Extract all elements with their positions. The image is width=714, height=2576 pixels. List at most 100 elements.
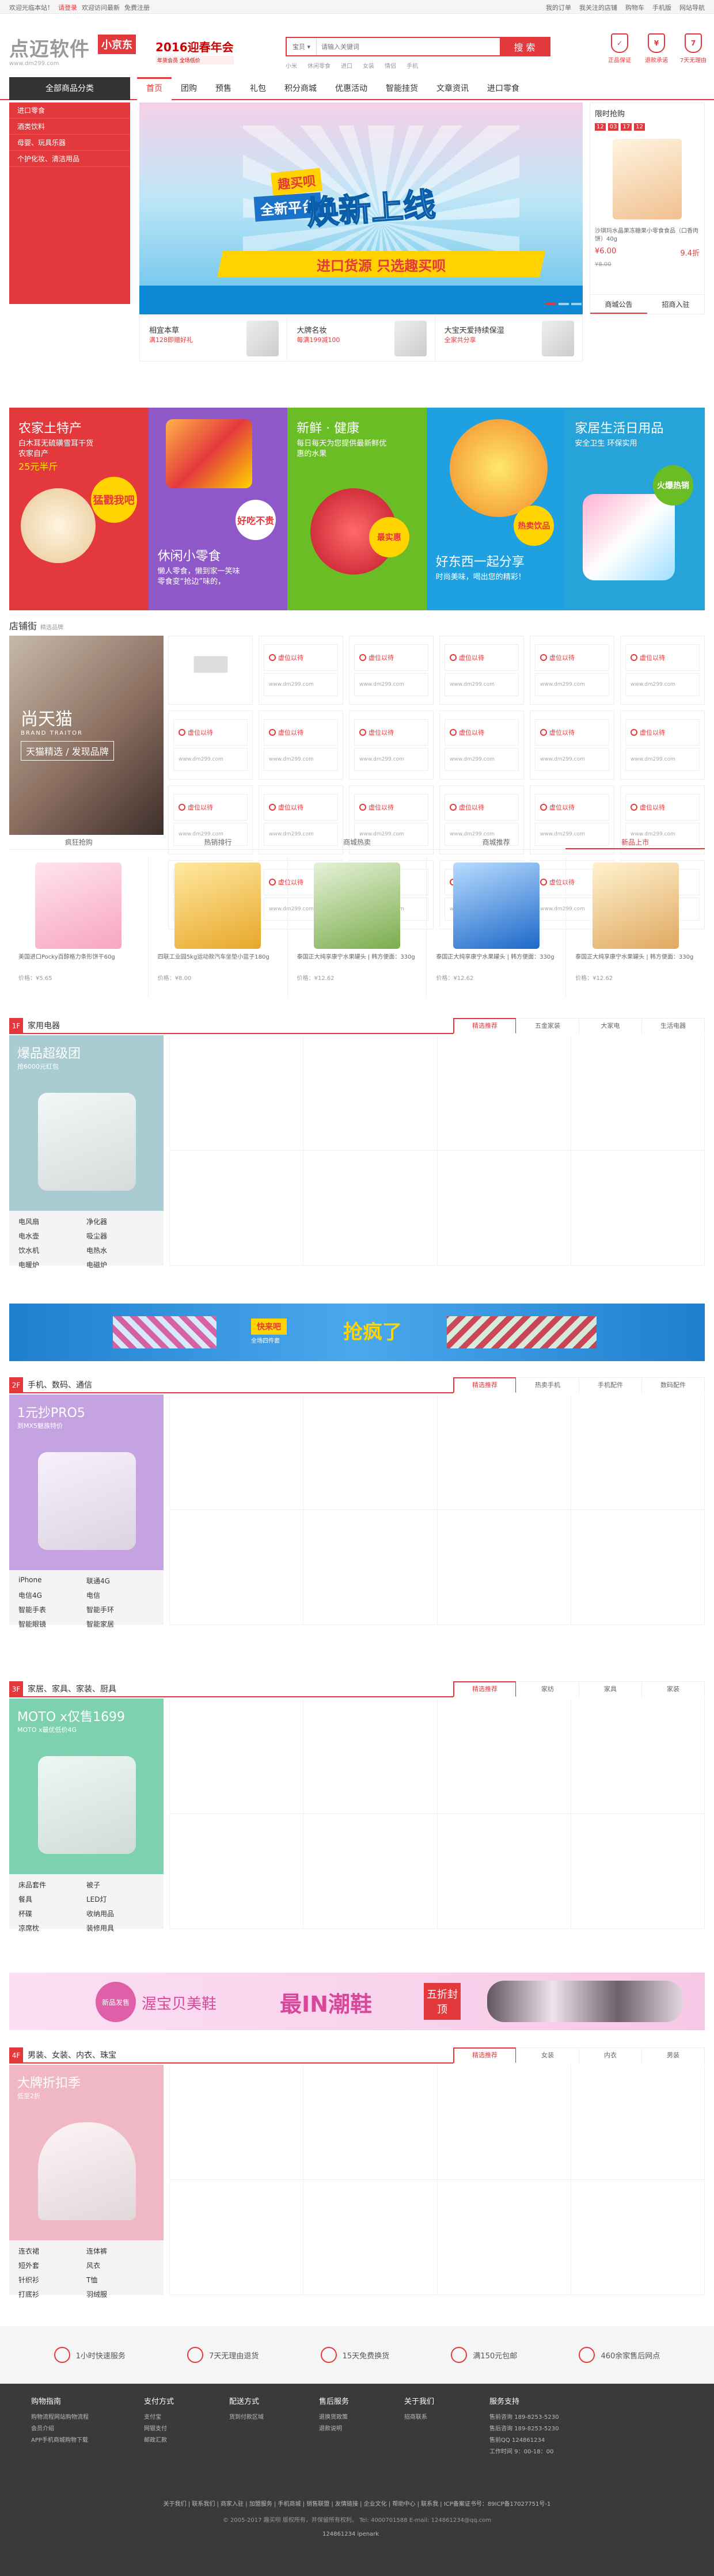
goods-item[interactable]: 泰国正大纯享康宁水果罐头 | 韩方便面：330g 价格：¥12.62 xyxy=(288,856,427,997)
store-cell[interactable]: 虚位以待www.dm299.com xyxy=(168,711,253,780)
floor-product-slot[interactable] xyxy=(571,1814,705,1929)
floor-link[interactable]: 针织衫 xyxy=(18,2275,86,2285)
floor-tab[interactable]: 五金家装 xyxy=(516,1018,579,1034)
footer-link[interactable]: APP手机商城购物下载 xyxy=(31,2435,89,2446)
goods-item[interactable]: 泰国正大纯享康宁水果罐头 | 韩方便面：330g 价格：¥12.62 xyxy=(566,856,705,997)
floor-feature[interactable]: 大牌折扣季 低至2折 连衣裙 连体裤 短外套 风衣 针织衫 T恤 打底衫 羽绒服 xyxy=(9,2065,164,2298)
tab-hot[interactable]: 热销排行 xyxy=(149,835,288,849)
floor-link[interactable]: 床品套件 xyxy=(18,1880,86,1890)
floor-tab[interactable]: 大家电 xyxy=(579,1018,642,1034)
nav-deals[interactable]: 优惠活动 xyxy=(326,77,377,100)
floor-product-slot[interactable] xyxy=(571,1150,705,1266)
floor-tab[interactable]: 精选推荐 xyxy=(453,1681,516,1697)
footer-link[interactable]: 工作时间 9：00-18：00 xyxy=(489,2446,559,2458)
hotword[interactable]: 进口 xyxy=(341,61,352,70)
store-cell[interactable]: 虚位以待www.dm299.com xyxy=(620,711,705,780)
floor-tab[interactable]: 家装 xyxy=(641,1681,705,1697)
tab-new[interactable]: 新品上市 xyxy=(565,835,705,849)
hotword[interactable]: 女装 xyxy=(363,61,374,70)
cart-link[interactable]: 购物车 xyxy=(625,3,644,12)
all-categories-button[interactable]: 全部商品分类 xyxy=(9,77,130,100)
footer-link[interactable]: 支付宝 xyxy=(144,2412,174,2423)
floor-product-slot[interactable] xyxy=(571,2065,705,2180)
goods-item[interactable]: 四联工业园5kg运动款汽车坐垫小蓝子180g 价格：¥8.00 xyxy=(149,856,288,997)
floor-product-slot[interactable] xyxy=(303,1510,438,1625)
sub-ad[interactable]: 大牌名妆 每满199减100 xyxy=(287,316,435,361)
category-item[interactable]: 酒类饮料 xyxy=(9,119,130,135)
footer-link[interactable]: 购物流程网站购物流程 xyxy=(31,2412,89,2423)
floor-link[interactable]: 装修用具 xyxy=(86,1923,154,1933)
floor-link[interactable]: 智能眼镜 xyxy=(18,1619,86,1629)
floor-tab[interactable]: 热卖手机 xyxy=(516,1377,579,1393)
search-button[interactable]: 搜 索 xyxy=(500,38,549,55)
hotword[interactable]: 小米 xyxy=(286,61,297,70)
ad-banner-shoes[interactable]: 新品发售 渥宝贝美鞋 最IN潮鞋 五折封顶 xyxy=(9,1973,705,2030)
footer-links[interactable]: 关于我们 | 联系我们 | 商家入驻 | 加盟服务 | 手机商城 | 销售联盟 … xyxy=(0,2499,714,2507)
floor-tab[interactable]: 精选推荐 xyxy=(453,1018,516,1034)
goods-item[interactable]: 泰国正大纯享康宁水果罐头 | 韩方便面：330g 价格：¥12.62 xyxy=(427,856,567,997)
floor-product-slot[interactable] xyxy=(170,1150,304,1266)
floor-tab[interactable]: 内衣 xyxy=(579,2047,642,2064)
floor-product-slot[interactable] xyxy=(303,2065,438,2180)
floor-product-slot[interactable] xyxy=(170,1814,304,1929)
floor-link[interactable]: 电热水 xyxy=(86,1245,154,1255)
footer-link[interactable]: 退换货政策 xyxy=(319,2412,349,2423)
tab-rush[interactable]: 疯狂抢购 xyxy=(9,835,149,849)
floor-link[interactable]: 电信4G xyxy=(18,1590,86,1600)
footer-link[interactable]: 招商联系 xyxy=(404,2412,434,2423)
store-cell[interactable]: 虚位以待www.dm299.com xyxy=(259,636,343,705)
goods-item[interactable]: 美国进口Pocky百醇格力条形饼干60g 价格：¥5.65 xyxy=(9,856,149,997)
floor-tab[interactable]: 数码配件 xyxy=(641,1377,705,1393)
nav-imported[interactable]: 进口零食 xyxy=(478,77,529,100)
register-link[interactable]: 免费注册 xyxy=(124,3,150,12)
site-nav-link[interactable]: 网站导航 xyxy=(679,3,705,12)
floor-product-slot[interactable] xyxy=(571,2180,705,2295)
store-cell[interactable]: 虚位以待www.dm299.com xyxy=(349,636,434,705)
floor-tab[interactable]: 精选推荐 xyxy=(453,2047,516,2064)
store-cell[interactable]: 虚位以待www.dm299.com xyxy=(439,711,524,780)
hotword[interactable]: 休闲零食 xyxy=(307,61,331,70)
category-item[interactable]: 母婴、玩具乐器 xyxy=(9,135,130,151)
floor-link[interactable]: 连衣裙 xyxy=(18,2246,86,2256)
floor-product-slot[interactable] xyxy=(170,2065,304,2180)
floor-product-slot[interactable] xyxy=(437,1035,571,1150)
floor-product-slot[interactable] xyxy=(303,1699,438,1814)
floor-feature[interactable]: 爆品超级团 抢6000元红包 电风扇 净化器 电水壶 吸尘器 饮水机 电热水 电暖炉 电磁炉 xyxy=(9,1035,164,1269)
hotword[interactable]: 情侣 xyxy=(385,61,396,70)
floor-link[interactable]: 联通4G xyxy=(86,1576,154,1586)
floor-link[interactable]: 打底衫 xyxy=(18,2289,86,2299)
floor-link[interactable]: 智能手环 xyxy=(86,1605,154,1614)
store-cell[interactable]: 虚位以待www.dm299.com xyxy=(620,636,705,705)
floor-link[interactable]: 收纳用品 xyxy=(86,1909,154,1918)
footer-link[interactable]: 网银支付 xyxy=(144,2423,174,2435)
tab-notice[interactable]: 商城公告 xyxy=(590,295,647,314)
floor-link[interactable]: 被子 xyxy=(86,1880,154,1890)
store-cell[interactable] xyxy=(168,636,253,705)
floor-link[interactable]: 风衣 xyxy=(86,2260,154,2270)
floor-product-slot[interactable] xyxy=(170,1035,304,1150)
sub-ad[interactable]: 大宝天爱持续保湿 全家共分享 xyxy=(435,316,582,361)
floor-link[interactable]: 餐具 xyxy=(18,1894,86,1904)
store-cell[interactable]: 虚位以待www.dm299.com xyxy=(530,711,614,780)
floor-feature[interactable]: 1元抄PRO5 到MX5魅族特价 iPhone 联通4G 电信4G 电信 智能手表 智能手… xyxy=(9,1395,164,1628)
floor-product-slot[interactable] xyxy=(303,1035,438,1150)
floor-link[interactable]: 智能手表 xyxy=(18,1605,86,1614)
nav-articles[interactable]: 文章资讯 xyxy=(427,77,478,100)
nav-group[interactable]: 团购 xyxy=(172,77,206,100)
floor-product-slot[interactable] xyxy=(437,1395,571,1510)
search-input[interactable] xyxy=(317,38,500,55)
carousel-dot[interactable] xyxy=(559,303,569,305)
floor-product-slot[interactable] xyxy=(303,1395,438,1510)
floor-link[interactable]: iPhone xyxy=(18,1576,86,1586)
login-link[interactable]: 请登录 xyxy=(58,3,77,12)
footer-link[interactable]: 退款说明 xyxy=(319,2423,349,2435)
flash-product-name[interactable]: 沙琪玛水晶果冻糖果小零食食品（口香肉饼）40g xyxy=(590,227,704,244)
floor-tab[interactable]: 男装 xyxy=(641,2047,705,2064)
footer-link[interactable]: 售前QQ 124861234 xyxy=(489,2435,559,2446)
floor-product-slot[interactable] xyxy=(303,2180,438,2295)
floor-product-slot[interactable] xyxy=(571,1699,705,1814)
floor-link[interactable]: 电水壶 xyxy=(18,1231,86,1241)
floor-link[interactable]: LED灯 xyxy=(86,1894,154,1904)
store-cell[interactable]: 虚位以待www.dm299.com xyxy=(259,711,343,780)
my-orders-link[interactable]: 我的订单 xyxy=(546,3,571,12)
